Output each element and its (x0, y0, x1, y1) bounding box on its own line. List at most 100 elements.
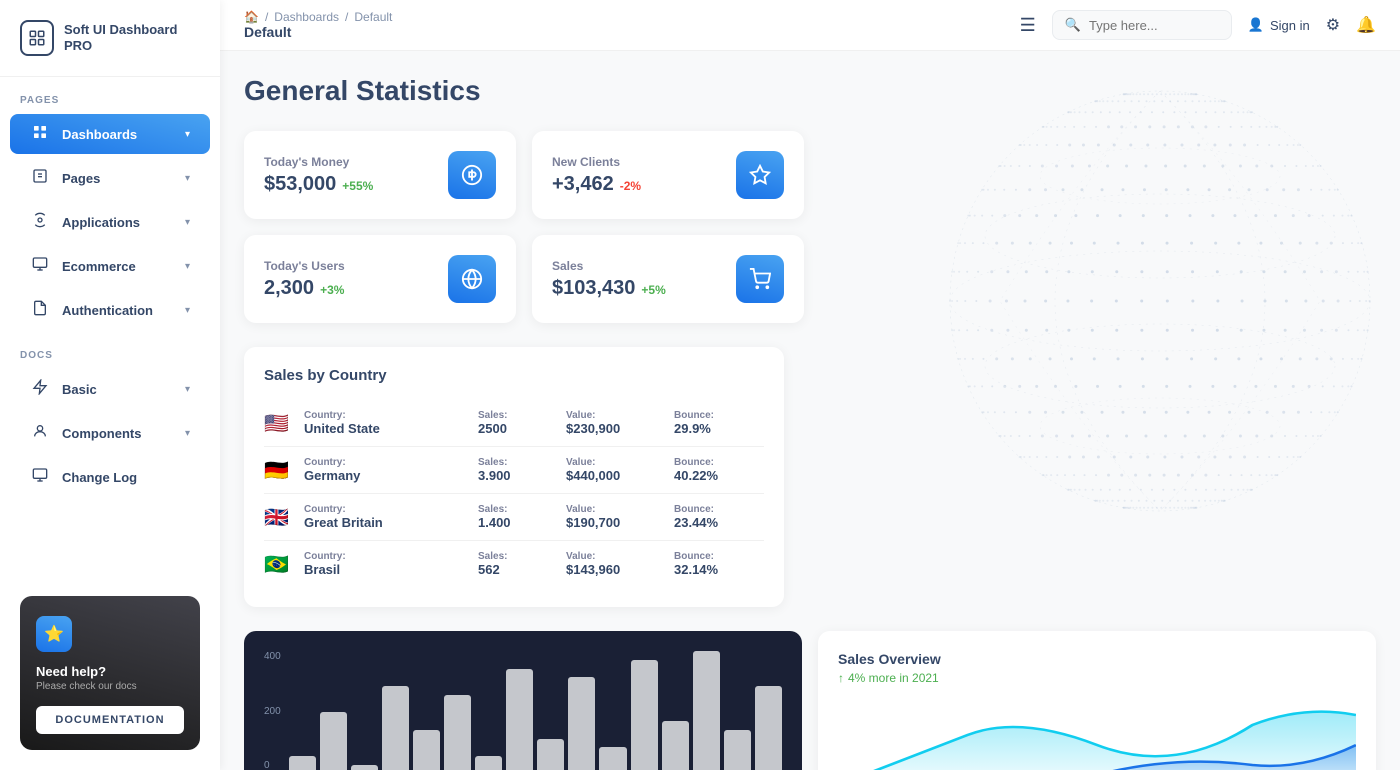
sidebar-item-dashboards[interactable]: Dashboards ▾ (10, 114, 210, 154)
stat-icon-users (448, 255, 496, 303)
value-value-us: $230,900 (566, 421, 666, 436)
home-icon[interactable]: 🏠 (244, 10, 259, 24)
sales-info-br: Sales: 562 (478, 551, 558, 577)
sales-info-de: Sales: 3.900 (478, 457, 558, 483)
sidebar-help: ⭐ Need help? Please check our docs DOCUM… (0, 576, 220, 770)
bar-1 (320, 712, 347, 770)
bounce-info-de: Bounce: 40.22% (674, 457, 764, 483)
notification-icon[interactable]: 🔔 (1356, 15, 1376, 35)
sidebar-item-ecommerce[interactable]: Ecommerce ▾ (10, 246, 210, 286)
value-info-de: Value: $440,000 (566, 457, 666, 483)
help-card-icon: ⭐ (36, 616, 72, 652)
sales-overview-pct: 4% more in 2021 (848, 671, 939, 685)
components-icon (30, 423, 50, 443)
stat-card-money: Today's Money $53,000 +55% (244, 131, 516, 219)
applications-chevron: ▾ (185, 217, 190, 228)
value-label-us: Value: (566, 410, 666, 421)
breadcrumb-default: Default (354, 10, 392, 24)
breadcrumb-dashboards[interactable]: Dashboards (274, 10, 339, 24)
sales-value-us: 2500 (478, 421, 558, 436)
sidebar-item-left: Basic (30, 379, 97, 399)
sign-in-button[interactable]: 👤 Sign in (1248, 17, 1310, 33)
sales-overview-subtitle: ↑ 4% more in 2021 (838, 671, 1356, 685)
stat-change-clients: -2% (620, 179, 641, 193)
arrow-up-icon: ↑ (838, 671, 844, 685)
sidebar-item-left: Dashboards (30, 124, 137, 144)
country-row-de: 🇩🇪 Country: Germany Sales: 3.900 Value: … (264, 447, 764, 494)
sidebar-item-components[interactable]: Components ▾ (10, 413, 210, 453)
sidebar-item-applications[interactable]: Applications ▾ (10, 202, 210, 242)
stat-icon-sales (736, 255, 784, 303)
bar-9 (568, 677, 595, 770)
bounce-label-us: Bounce: (674, 410, 764, 421)
sidebar-item-left: Pages (30, 168, 100, 188)
authentication-label: Authentication (62, 303, 153, 318)
country-row-us: 🇺🇸 Country: United State Sales: 2500 Val… (264, 400, 764, 447)
bar-4 (413, 730, 440, 770)
bar-12 (662, 721, 689, 770)
bounce-info-gb: Bounce: 23.44% (674, 504, 764, 530)
pages-icon (30, 168, 50, 188)
bar-13 (693, 651, 720, 770)
bar-chart-bars (289, 651, 782, 770)
sales-info-us: Sales: 2500 (478, 410, 558, 436)
sidebar-item-pages[interactable]: Pages ▾ (10, 158, 210, 198)
country-label-us: Country: (304, 410, 470, 421)
app-name: Soft UI Dashboard PRO (64, 22, 200, 53)
stats-grid: Today's Money $53,000 +55% New Clients (244, 131, 804, 323)
authentication-icon (30, 300, 50, 320)
bounce-info-us: Bounce: 29.9% (674, 410, 764, 436)
stat-card-info: Today's Users 2,300 +3% (264, 259, 345, 300)
content-area: // Draw globe dots const svg = document.… (220, 51, 1400, 770)
stat-card-info: Today's Money $53,000 +55% (264, 155, 373, 196)
user-icon: 👤 (1248, 17, 1264, 33)
hamburger-icon[interactable]: ☰ (1020, 15, 1036, 36)
country-row-br: 🇧🇷 Country: Brasil Sales: 562 Value: $14… (264, 541, 764, 587)
country-info-de: Country: Germany (304, 457, 470, 483)
y-label-400: 400 (264, 651, 281, 662)
sidebar-item-changelog[interactable]: Change Log (10, 457, 210, 497)
flag-de: 🇩🇪 (264, 458, 296, 483)
country-row-gb: 🇬🇧 Country: Great Britain Sales: 1.400 V… (264, 494, 764, 541)
search-input[interactable] (1089, 18, 1219, 33)
sidebar-item-authentication[interactable]: Authentication ▾ (10, 290, 210, 330)
stat-label-users: Today's Users (264, 259, 345, 273)
flag-br: 🇧🇷 (264, 552, 296, 577)
ecommerce-icon (30, 256, 50, 276)
ecommerce-chevron: ▾ (185, 261, 190, 272)
search-box[interactable]: 🔍 (1052, 10, 1232, 40)
page-title-header: Default (244, 24, 392, 40)
header: 🏠 / Dashboards / Default Default ☰ 🔍 👤 S… (220, 0, 1400, 51)
stat-icon-clients (736, 151, 784, 199)
applications-icon (30, 212, 50, 232)
value-info-us: Value: $230,900 (566, 410, 666, 436)
documentation-button[interactable]: DOCUMENTATION (36, 706, 184, 734)
help-card: ⭐ Need help? Please check our docs DOCUM… (20, 596, 200, 750)
line-chart-area: 500 400 (838, 695, 1356, 770)
stat-value-money: $53,000 (264, 173, 336, 196)
bar-15 (755, 686, 782, 770)
stat-card-users: Today's Users 2,300 +3% (244, 235, 516, 323)
pages-label: Pages (62, 171, 100, 186)
breadcrumb-area: 🏠 / Dashboards / Default Default (244, 10, 392, 40)
stat-card-info: New Clients +3,462 -2% (552, 155, 641, 196)
stat-change-users: +3% (320, 283, 344, 297)
search-icon: 🔍 (1065, 17, 1081, 33)
components-chevron: ▾ (185, 428, 190, 439)
stat-change-money: +55% (342, 179, 373, 193)
pages-section-label: PAGES (0, 77, 220, 112)
applications-label: Applications (62, 215, 140, 230)
country-info-gb: Country: Great Britain (304, 504, 470, 530)
help-card-subtitle: Please check our docs (36, 681, 184, 692)
y-axis-labels: 400 200 0 (264, 651, 281, 770)
components-label: Components (62, 426, 141, 441)
stat-change-sales: +5% (641, 283, 665, 297)
country-value-us: United State (304, 421, 470, 436)
settings-icon[interactable]: ⚙ (1326, 15, 1340, 35)
basic-chevron: ▾ (185, 384, 190, 395)
changelog-icon (30, 467, 50, 487)
bar-8 (537, 739, 564, 770)
pages-chevron: ▾ (185, 173, 190, 184)
docs-section-label: DOCS (0, 332, 220, 367)
sidebar-item-basic[interactable]: Basic ▾ (10, 369, 210, 409)
